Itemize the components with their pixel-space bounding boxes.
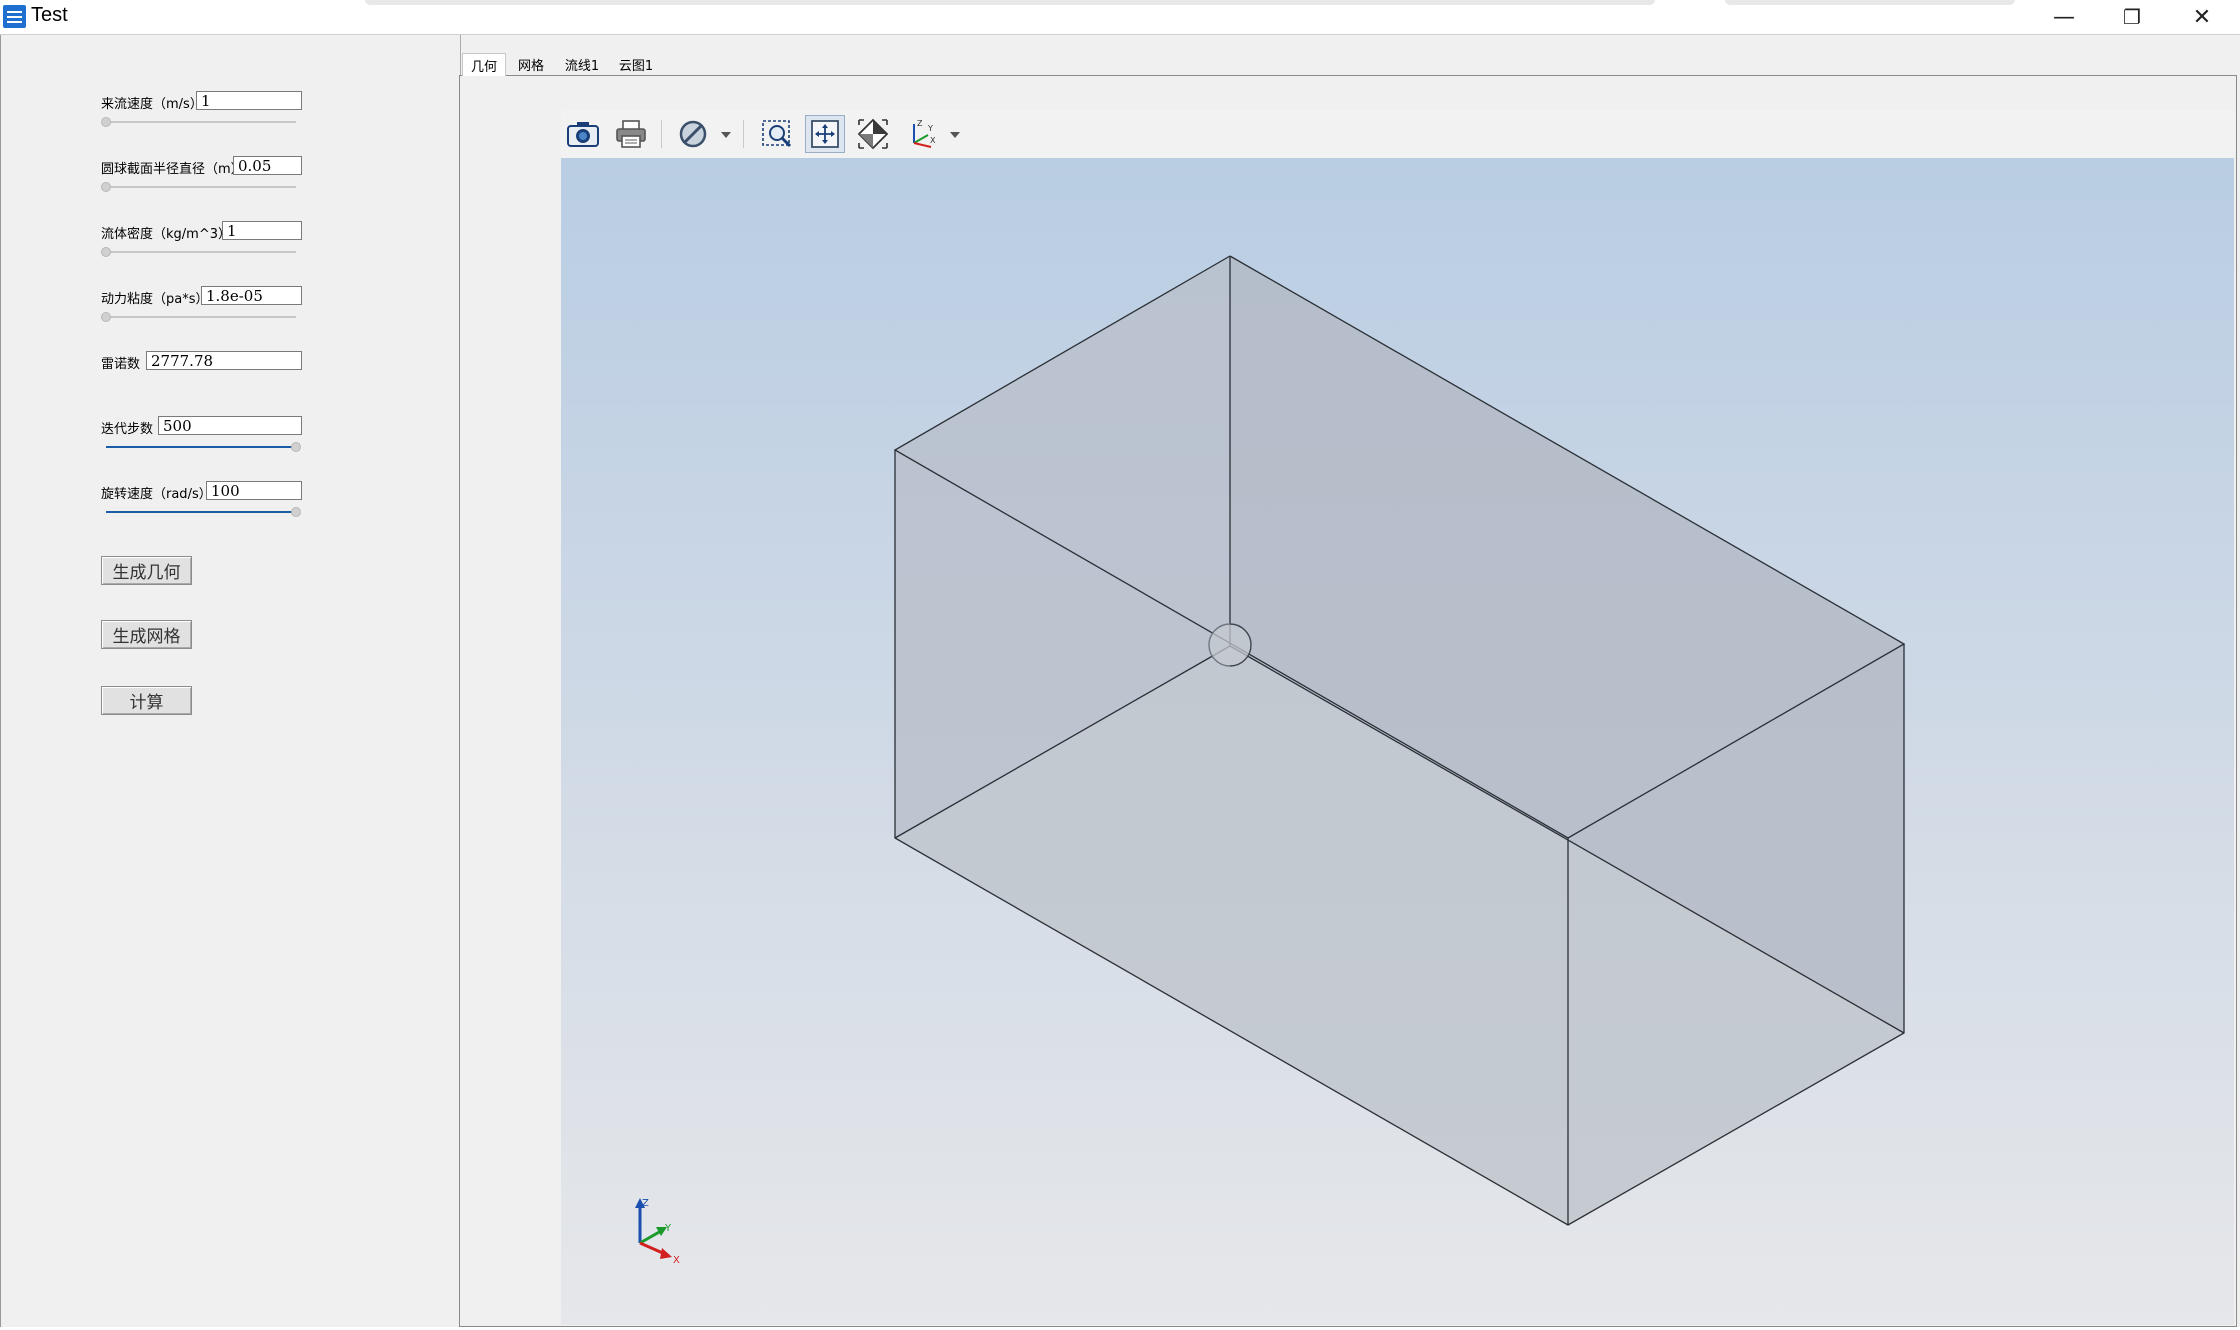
inflow-velocity-slider[interactable] — [101, 117, 296, 127]
dynamic-viscosity-input[interactable]: 1.8e-05 — [201, 286, 302, 305]
reynolds-number-field[interactable]: 2777.78 — [146, 351, 302, 370]
sphere-diameter-slider[interactable] — [101, 182, 296, 192]
slider-handle[interactable] — [101, 182, 111, 192]
camera-icon[interactable] — [563, 115, 603, 153]
geometry-box: Z Y X — [635, 255, 1906, 1266]
slider-handle[interactable] — [101, 247, 111, 257]
maximize-button[interactable]: ❐ — [2098, 0, 2166, 34]
axes-dropdown-caret[interactable] — [950, 132, 960, 138]
generate-geometry-button[interactable]: 生成几何 — [101, 556, 192, 585]
background-window-strip — [1725, 0, 2015, 5]
svg-text:Z: Z — [917, 119, 923, 128]
inflow-velocity-label: 来流速度（m/s） — [101, 97, 203, 112]
slider-handle[interactable] — [291, 507, 301, 517]
compute-button[interactable]: 计算 — [101, 686, 192, 715]
tab-mesh[interactable]: 网格 — [508, 53, 554, 75]
viewer-toolbar: Z Y X — [561, 110, 2234, 159]
tab-streamline[interactable]: 流线1 — [558, 53, 606, 75]
axes-orientation-icon[interactable]: Z Y X — [901, 115, 941, 153]
printer-icon[interactable] — [611, 115, 651, 153]
reynolds-number-label: 雷诺数 — [101, 357, 141, 372]
generate-mesh-button[interactable]: 生成网格 — [101, 620, 192, 649]
axis-x-label: X — [673, 1255, 680, 1266]
clip-dropdown-caret[interactable] — [721, 132, 731, 138]
slider-handle[interactable] — [101, 312, 111, 322]
sphere-diameter-input[interactable]: 0.05 — [233, 156, 302, 175]
rotation-speed-slider[interactable] — [106, 507, 301, 517]
app-icon — [3, 5, 26, 28]
axes-triad: Z Y X — [635, 1198, 680, 1266]
sphere-diameter-label: 圆球截面半径直径（m） — [101, 162, 244, 177]
clip-plane-icon[interactable] — [673, 115, 713, 153]
3d-viewport[interactable]: Z Y X — [561, 158, 2234, 1325]
rotation-speed-input[interactable]: 100 — [206, 481, 302, 500]
iteration-steps-slider[interactable] — [106, 442, 301, 452]
reset-view-icon[interactable] — [853, 115, 893, 153]
slider-handle[interactable] — [101, 117, 111, 127]
slider-handle[interactable] — [291, 442, 301, 452]
close-button[interactable]: ✕ — [2168, 0, 2236, 34]
fit-view-icon[interactable] — [805, 115, 845, 153]
inflow-velocity-input[interactable]: 1 — [196, 91, 302, 110]
zoom-box-icon[interactable] — [757, 115, 797, 153]
rotation-speed-label: 旋转速度（rad/s） — [101, 487, 212, 502]
axis-z-label: Z — [642, 1198, 649, 1209]
title-bar: Test — ❐ ✕ — [0, 0, 2240, 35]
dynamic-viscosity-slider[interactable] — [101, 312, 296, 322]
axis-y-label: Y — [664, 1223, 672, 1234]
fluid-density-slider[interactable] — [101, 247, 296, 257]
iteration-steps-input[interactable]: 500 — [158, 416, 302, 435]
minimize-button[interactable]: — — [2030, 0, 2098, 34]
iteration-steps-label: 迭代步数 — [101, 422, 154, 437]
svg-text:Y: Y — [927, 124, 933, 133]
tab-contour[interactable]: 云图1 — [612, 53, 660, 75]
dynamic-viscosity-label: 动力粘度（pa*s） — [101, 292, 209, 307]
window-title: Test — [31, 4, 68, 26]
background-window-strip — [365, 0, 1655, 5]
fluid-density-label: 流体密度（kg/m^3） — [101, 227, 231, 242]
fluid-density-input[interactable]: 1 — [222, 221, 302, 240]
svg-text:X: X — [930, 136, 936, 145]
tab-geometry[interactable]: 几何 — [462, 53, 506, 76]
